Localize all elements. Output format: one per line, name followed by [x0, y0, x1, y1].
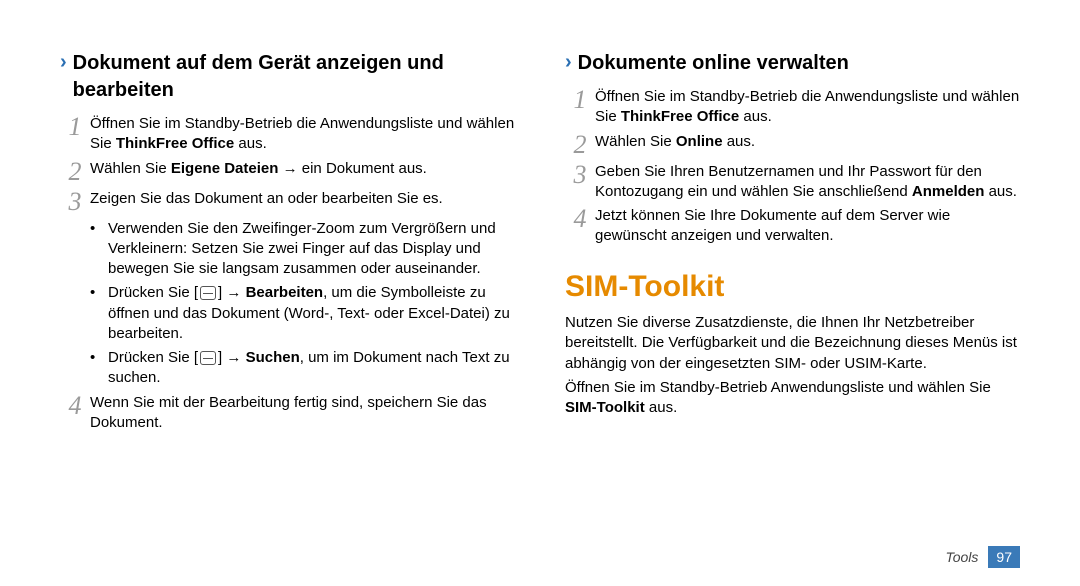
bullet-dot: •	[90, 348, 108, 389]
text: aus.	[645, 399, 678, 416]
step-text: Zeigen Sie das Dokument an oder bearbeit…	[90, 189, 515, 215]
step-number: 2	[60, 159, 90, 185]
bullet-2: • Drücken Sie [] → Bearbeiten, um die Sy…	[90, 283, 515, 344]
text: aus.	[234, 135, 267, 152]
text: Öffnen Sie im Standby-Betrieb Anwendungs…	[565, 379, 991, 396]
bullet-3: • Drücken Sie [] → Suchen, um im Dokumen…	[90, 348, 515, 389]
step-number: 3	[60, 189, 90, 215]
step-1: 1 Öffnen Sie im Standby-Betrieb die Anwe…	[60, 114, 515, 155]
heading-text: Dokumente online verwalten	[578, 50, 849, 77]
step-number: 1	[60, 114, 90, 155]
text: Drücken Sie [	[108, 349, 198, 366]
app-name: ThinkFree Office	[116, 135, 234, 152]
step-number: 4	[565, 206, 595, 247]
text: → ein Dokument aus.	[278, 160, 426, 177]
menu-button-icon	[200, 286, 216, 300]
step-text: Wählen Sie Online aus.	[595, 132, 1020, 158]
step-text: Jetzt können Sie Ihre Dokumente auf dem …	[595, 206, 1020, 247]
step-text: Geben Sie Ihren Benutzernamen und Ihr Pa…	[595, 162, 1020, 203]
step-number: 4	[60, 393, 90, 434]
step-number: 2	[565, 132, 595, 158]
page-footer: Tools 97	[945, 546, 1020, 568]
right-column: › Dokumente online verwalten 1 Öffnen Si…	[565, 40, 1020, 437]
step-text: Wählen Sie Eigene Dateien → ein Dokument…	[90, 159, 515, 185]
step-text: Wenn Sie mit der Bearbeitung fertig sind…	[90, 393, 515, 434]
chevron-icon: ›	[565, 50, 572, 74]
bullet-text: Verwenden Sie den Zweifinger-Zoom zum Ve…	[108, 219, 515, 280]
text: aus.	[723, 133, 756, 150]
section-heading-left: › Dokument auf dem Gerät anzeigen und be…	[60, 50, 515, 104]
step-3: 3 Zeigen Sie das Dokument an oder bearbe…	[60, 189, 515, 215]
app-name: SIM-Toolkit	[565, 399, 645, 416]
section-heading-right: › Dokumente online verwalten	[565, 50, 1020, 77]
action: Anmelden	[912, 183, 985, 200]
step-2: 2 Wählen Sie Eigene Dateien → ein Dokume…	[60, 159, 515, 185]
text: ] →	[218, 284, 246, 301]
page: › Dokument auf dem Gerät anzeigen und be…	[0, 0, 1080, 457]
step-2: 2 Wählen Sie Online aus.	[565, 132, 1020, 158]
menu-button-icon	[200, 351, 216, 365]
left-column: › Dokument auf dem Gerät anzeigen und be…	[60, 40, 515, 437]
menu-item: Online	[676, 133, 723, 150]
text: Drücken Sie [	[108, 284, 198, 301]
menu-item: Eigene Dateien	[171, 160, 279, 177]
action: Bearbeiten	[246, 284, 324, 301]
text: aus.	[739, 108, 772, 125]
heading-text: Dokument auf dem Gerät anzeigen und bear…	[73, 50, 515, 104]
page-number: 97	[988, 546, 1020, 568]
bullet-text: Drücken Sie [] → Suchen, um im Dokument …	[108, 348, 515, 389]
text: Wählen Sie	[595, 133, 676, 150]
step-1: 1 Öffnen Sie im Standby-Betrieb die Anwe…	[565, 87, 1020, 128]
bullet-dot: •	[90, 219, 108, 280]
footer-section-label: Tools	[945, 549, 978, 565]
bullet-1: • Verwenden Sie den Zweifinger-Zoom zum …	[90, 219, 515, 280]
chevron-icon: ›	[60, 50, 67, 74]
action: Suchen	[246, 349, 300, 366]
app-name: ThinkFree Office	[621, 108, 739, 125]
text: ] →	[218, 349, 246, 366]
step-number: 3	[565, 162, 595, 203]
step-number: 1	[565, 87, 595, 128]
text: Wählen Sie	[90, 160, 171, 177]
text: aus.	[984, 183, 1017, 200]
section-title-sim: SIM-Toolkit	[565, 267, 1020, 308]
step-text: Öffnen Sie im Standby-Betrieb die Anwend…	[595, 87, 1020, 128]
bullet-text: Drücken Sie [] → Bearbeiten, um die Symb…	[108, 283, 515, 344]
step-3: 3 Geben Sie Ihren Benutzernamen und Ihr …	[565, 162, 1020, 203]
paragraph: Öffnen Sie im Standby-Betrieb Anwendungs…	[565, 378, 1020, 419]
bullet-dot: •	[90, 283, 108, 344]
step-text: Öffnen Sie im Standby-Betrieb die Anwend…	[90, 114, 515, 155]
step-4: 4 Wenn Sie mit der Bearbeitung fertig si…	[60, 393, 515, 434]
step-4: 4 Jetzt können Sie Ihre Dokumente auf de…	[565, 206, 1020, 247]
paragraph: Nutzen Sie diverse Zusatzdienste, die Ih…	[565, 313, 1020, 374]
